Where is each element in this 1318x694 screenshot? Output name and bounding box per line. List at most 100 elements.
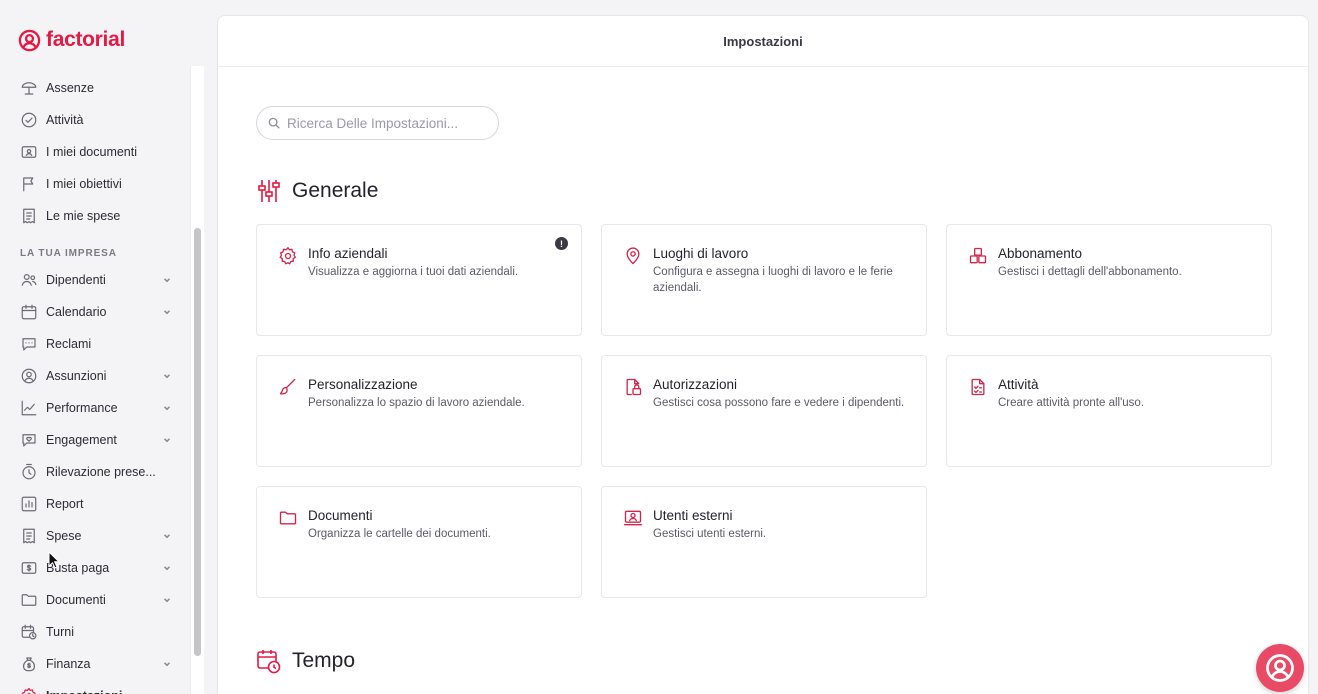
card-description: Gestisci cosa possono fare e vedere i di…: [653, 397, 905, 409]
sidebar: factorial Assenze Attività I miei document…: [0, 0, 204, 694]
chevron-down-icon[interactable]: [162, 563, 172, 573]
card-description: Personalizza lo spazio di lavoro azienda…: [308, 397, 525, 409]
sidebar-item-assunzioni[interactable]: Assunzioni: [20, 364, 176, 388]
people-icon: [20, 271, 38, 289]
chevron-down-icon[interactable]: [162, 531, 172, 541]
settings-card-documenti[interactable]: Documenti Organizza le cartelle dei docum…: [256, 486, 582, 598]
sidebar-item-performance[interactable]: Performance: [20, 396, 176, 420]
sidebar-item-finanza[interactable]: Finanza: [20, 652, 176, 676]
app-window: factorial Assenze Attività I miei document…: [0, 0, 1318, 694]
sidebar-scrollbar-thumb[interactable]: [194, 228, 201, 656]
id-card-icon: [20, 143, 38, 161]
sidebar-item-label: Turni: [46, 625, 75, 639]
sliders-icon: [256, 178, 282, 204]
sidebar-item-label: I miei obiettivi: [46, 177, 122, 191]
settings-card-utenti-esterni[interactable]: Utenti esterni Gestisci utenti esterni.: [601, 486, 927, 598]
folder-icon: [278, 508, 298, 528]
receipt-icon: [20, 207, 38, 225]
chevron-down-icon[interactable]: [162, 403, 172, 413]
sidebar-item-busta-paga[interactable]: Busta paga: [20, 556, 176, 580]
sidebar-item-dipendenti[interactable]: Dipendenti: [20, 268, 176, 292]
bar-chart-icon: [20, 495, 38, 513]
sidebar-item-report[interactable]: Report: [20, 492, 176, 516]
card-description: Organizza le cartelle dei documenti.: [308, 528, 491, 540]
map-pin-icon: [623, 246, 643, 266]
card-description: Gestisci utenti esterni.: [653, 528, 767, 540]
card-title: Luoghi di lavoro: [653, 246, 749, 261]
sidebar-item-assenze[interactable]: Assenze: [20, 76, 176, 100]
sidebar-item-label: Calendario: [46, 305, 107, 319]
card-description: Visualizza e aggiorna i tuoi dati aziend…: [308, 266, 519, 278]
sidebar-item-le-mie-spese[interactable]: Le mie spese: [20, 204, 176, 228]
search-icon: [268, 117, 280, 129]
section-generale-header: Generale: [256, 178, 378, 204]
sidebar-item-label: Attività: [46, 113, 84, 127]
sidebar-item-attività[interactable]: Attività: [20, 108, 176, 132]
card-title: Abbonamento: [998, 246, 1083, 261]
sidebar-item-label: Documenti: [46, 593, 106, 607]
sidebar-nav: Assenze Attività I miei documenti I miei ob…: [0, 66, 190, 694]
settings-card-luoghi-di-lavoro[interactable]: Luoghi di lavoro Configura e assegna i lu…: [601, 224, 927, 336]
help-chat-button[interactable]: [1256, 644, 1304, 692]
sidebar-item-label: Engagement: [46, 433, 117, 447]
settings-card-attività[interactable]: Attività Creare attività pronte all'uso.: [946, 355, 1272, 467]
sidebar-item-label: Reclami: [46, 337, 92, 351]
sidebar-item-documenti[interactable]: Documenti: [20, 588, 176, 612]
search-input[interactable]: [287, 115, 477, 131]
sidebar-item-engagement[interactable]: Engagement: [20, 428, 176, 452]
chevron-down-icon[interactable]: [162, 435, 172, 445]
settings-card-abbonamento[interactable]: Abbonamento Gestisci i dettagli dell'abbo…: [946, 224, 1272, 336]
sidebar-item-label: Spese: [46, 529, 82, 543]
sidebar-item-reclami[interactable]: Reclami: [20, 332, 176, 356]
factorial-logo[interactable]: factorial: [18, 27, 125, 53]
card-title: Personalizzazione: [308, 377, 418, 392]
settings-search[interactable]: [256, 106, 499, 140]
sidebar-item-label: Busta paga: [46, 561, 110, 575]
card-title: Documenti: [308, 508, 373, 523]
flag-icon: [20, 175, 38, 193]
sidebar-item-i-miei-obiettivi[interactable]: I miei obiettivi: [20, 172, 176, 196]
support-avatar-icon: [1266, 654, 1294, 682]
chevron-down-icon[interactable]: [162, 275, 172, 285]
calendar-clock-icon: [20, 623, 38, 641]
sidebar-item-impostazioni[interactable]: Impostazioni: [20, 684, 176, 694]
sidebar-item-i-miei-documenti[interactable]: I miei documenti: [20, 140, 176, 164]
settings-panel: Impostazioni Generale Info aziendali Visu…: [217, 15, 1309, 694]
settings-card-info-aziendali[interactable]: Info aziendali Visualizza e aggiorna i tu…: [256, 224, 582, 336]
chevron-down-icon[interactable]: [162, 659, 172, 669]
sidebar-item-calendario[interactable]: Calendario: [20, 300, 176, 324]
trend-chart-icon: [20, 399, 38, 417]
card-description: Creare attività pronte all'uso.: [998, 397, 1145, 409]
chevron-down-icon[interactable]: [162, 307, 172, 317]
settings-card-personalizzazione[interactable]: Personalizzazione Personalizza lo spazio …: [256, 355, 582, 467]
sidebar-item-spese[interactable]: Spese: [20, 524, 176, 548]
section-title: Generale: [292, 179, 379, 202]
receipt-icon: [20, 527, 38, 545]
sidebar-item-label: Report: [46, 497, 84, 511]
brand-name: factorial: [46, 28, 125, 51]
sidebar-item-label: Assenze: [46, 81, 94, 95]
check-circle-icon: [20, 111, 38, 129]
section-title: Tempo: [292, 649, 356, 672]
sidebar-item-turni[interactable]: Turni: [20, 620, 176, 644]
sidebar-item-label: Assunzioni: [46, 369, 107, 383]
section-tempo-header: Tempo: [256, 648, 355, 674]
money-icon: [20, 559, 38, 577]
chevron-down-icon[interactable]: [162, 371, 172, 381]
calendar-icon: [20, 303, 38, 321]
factorial-logo-icon: [18, 29, 41, 51]
gear-icon: [278, 246, 298, 266]
checklist-icon: [968, 377, 988, 397]
settings-card-autorizzazioni[interactable]: Autorizzazioni Gestisci cosa possono fare…: [601, 355, 927, 467]
alert-badge-icon: !: [555, 237, 568, 250]
page-header: Impostazioni: [218, 16, 1308, 67]
sidebar-item-rilevazione-prese[interactable]: Rilevazione prese...: [20, 460, 176, 484]
boxes-icon: [968, 246, 988, 266]
gear-icon: [20, 687, 38, 694]
beach-umbrella-icon: [20, 79, 38, 97]
chevron-down-icon[interactable]: [162, 595, 172, 605]
card-title: Autorizzazioni: [653, 377, 738, 392]
sidebar-scrollbar[interactable]: [190, 66, 204, 694]
paint-brush-icon: [278, 377, 298, 397]
page-title: Impostazioni: [723, 33, 803, 49]
